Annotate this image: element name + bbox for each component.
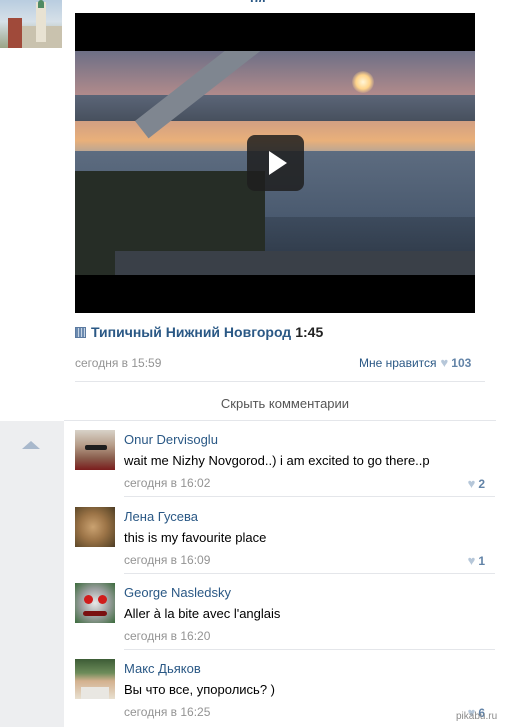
- group-avatar[interactable]: [0, 0, 62, 48]
- heart-icon: ♥: [440, 355, 449, 370]
- comment-text: this is my favourite place: [124, 530, 267, 545]
- comment-like-button[interactable]: ♥ 1: [468, 553, 485, 568]
- comment-text: wait me Nizhy Novgorod..) i am excited t…: [124, 453, 430, 468]
- group-name-cut[interactable]: рд: [250, 0, 300, 2]
- divider: [124, 649, 495, 650]
- comments-gutter: [0, 421, 64, 727]
- road-shape: [115, 251, 475, 275]
- kremlin-wall-shape: [8, 18, 22, 48]
- collapse-up-icon[interactable]: [22, 441, 40, 449]
- comment-author[interactable]: George Nasledsky: [124, 585, 231, 600]
- hide-comments-link[interactable]: Скрыть комментарии: [75, 396, 495, 411]
- mouth-shape: [83, 611, 107, 616]
- comment-like-count: 2: [478, 477, 485, 491]
- like-count: 103: [451, 356, 472, 370]
- comment-text: Aller à la bite avec l'anglais: [124, 606, 281, 621]
- tower-roof-shape: [38, 0, 44, 8]
- shirt-shape: [81, 687, 109, 699]
- video-player[interactable]: [75, 13, 475, 313]
- tower-shape: [36, 2, 46, 42]
- gutter-top: [0, 0, 64, 421]
- video-title-row: Типичный Нижний Новгород 1:45: [75, 324, 323, 342]
- eye-shape: [84, 595, 93, 604]
- city-skyline-shape: [75, 95, 475, 121]
- post-like-button[interactable]: Мне нравится ♥ 103: [359, 355, 471, 370]
- comment-date[interactable]: сегодня в 16:09: [124, 553, 210, 567]
- heart-icon: ♥: [467, 476, 476, 491]
- video-title-link[interactable]: Типичный Нижний Новгород: [91, 324, 291, 340]
- avatar[interactable]: [75, 430, 115, 470]
- eye-shape: [98, 595, 107, 604]
- comment-text: Вы что все, упоролись? ): [124, 682, 275, 697]
- comment-author[interactable]: Onur Dervisoglu: [124, 432, 218, 447]
- glasses-shape: [85, 445, 107, 450]
- comment-author[interactable]: Макс Дьяков: [124, 661, 201, 676]
- comment-item: Макс Дьяков Вы что все, упоролись? ) сег…: [75, 659, 495, 727]
- comment-author[interactable]: Лена Гусева: [124, 509, 198, 524]
- comment-like-count: 1: [478, 554, 485, 568]
- avatar[interactable]: [75, 507, 115, 547]
- video-icon: [75, 327, 86, 338]
- comment-date[interactable]: сегодня в 16:20: [124, 629, 210, 643]
- play-icon[interactable]: [247, 135, 304, 191]
- comment-date[interactable]: сегодня в 16:25: [124, 705, 210, 719]
- divider: [64, 420, 496, 421]
- comment-date[interactable]: сегодня в 16:02: [124, 476, 210, 490]
- comment-item: Onur Dervisoglu wait me Nizhy Novgorod..…: [75, 430, 495, 506]
- like-label: Мне нравится: [359, 356, 437, 370]
- comment-item: George Nasledsky Aller à la bite avec l'…: [75, 583, 495, 659]
- comment-like-button[interactable]: ♥ 2: [468, 476, 485, 491]
- sun-shape: [352, 71, 374, 93]
- watermark: pikabu.ru: [456, 711, 498, 722]
- divider: [124, 573, 495, 574]
- divider: [124, 496, 495, 497]
- comment-item: Лена Гусева this is my favourite place с…: [75, 507, 495, 583]
- video-duration: 1:45: [295, 324, 324, 340]
- avatar[interactable]: [75, 659, 115, 699]
- divider: [75, 381, 485, 382]
- avatar[interactable]: [75, 583, 115, 623]
- post-date[interactable]: сегодня в 15:59: [75, 356, 161, 370]
- left-gutter: [0, 0, 64, 727]
- heart-icon: ♥: [467, 553, 476, 568]
